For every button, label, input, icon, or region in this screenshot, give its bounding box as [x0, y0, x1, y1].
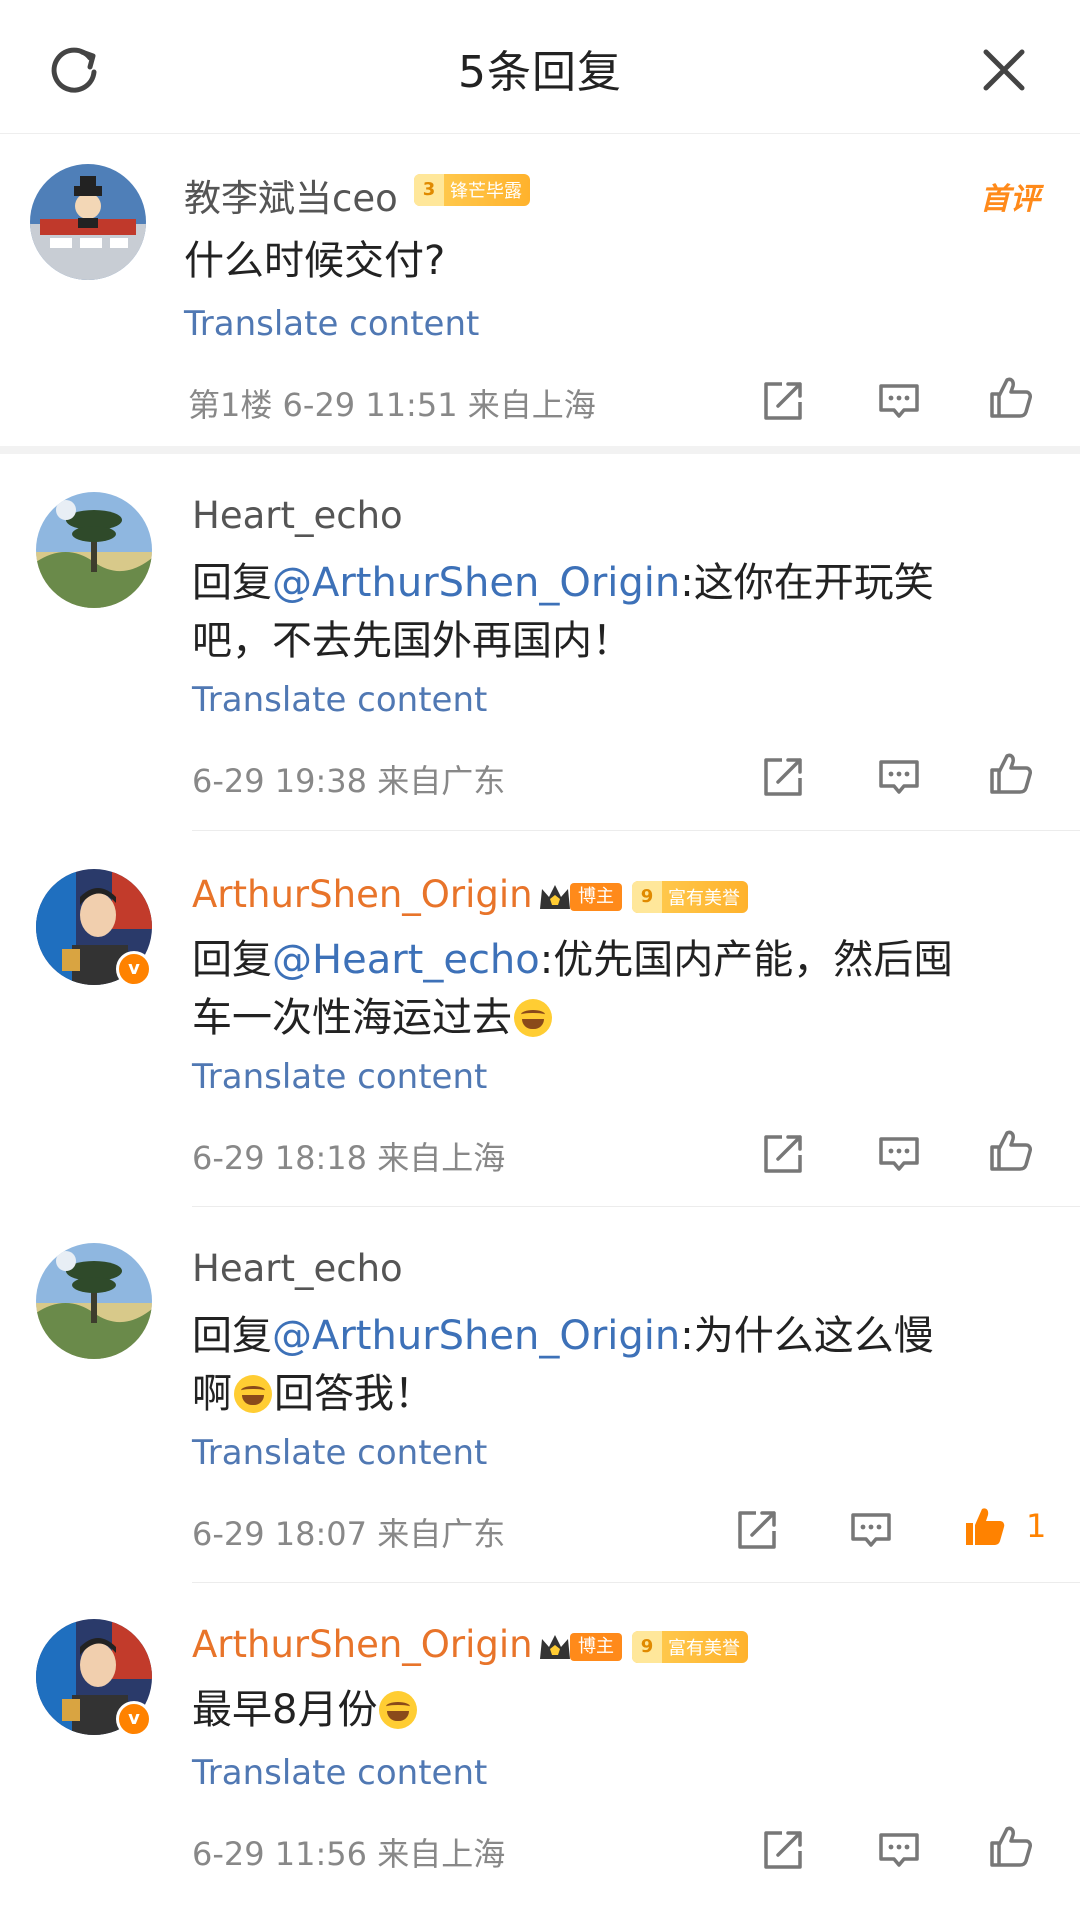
- mention-link[interactable]: @ArthurShen_Origin: [272, 1313, 680, 1359]
- comment-icon[interactable]: [876, 1827, 922, 1873]
- comment-icon[interactable]: [876, 754, 922, 800]
- comment-icon[interactable]: [876, 378, 922, 424]
- reply-text-line1: :优先国内产能，然后囤: [539, 937, 954, 983]
- badge-text: 富有美誉: [668, 1638, 740, 1659]
- top-bar: 5条回复: [0, 0, 1080, 134]
- blogger-badge: 博主: [538, 1631, 622, 1663]
- badge-level: 9: [632, 1631, 662, 1663]
- reply-text: 回复@Heart_echo:优先国内产能，然后囤 车一次性海运过去: [192, 931, 1062, 1047]
- reply-prefix: 回复: [192, 937, 272, 983]
- translate-link[interactable]: Translate content: [192, 1753, 487, 1793]
- reply-text: 回复@ArthurShen_Origin:这你在开玩笑 吧，不去先国外再国内！: [192, 554, 1062, 670]
- avatar[interactable]: [36, 1243, 152, 1359]
- reply-text-line1: :为什么这么慢: [680, 1313, 934, 1359]
- like-icon[interactable]: [988, 1127, 1034, 1173]
- close-icon[interactable]: [980, 46, 1028, 94]
- translate-link[interactable]: Translate content: [184, 304, 479, 344]
- like-count: 1: [1026, 1507, 1047, 1545]
- blogger-badge-label: 博主: [570, 883, 622, 911]
- reply-prefix: 回复: [192, 560, 272, 606]
- reply-text-line2: 车一次性海运过去: [192, 995, 512, 1041]
- badge-text: 富有美誉: [668, 888, 740, 909]
- reply-text-line1: :这你在开玩笑: [680, 560, 934, 606]
- section-divider: [0, 446, 1080, 454]
- reply-item: Heart_echo 回复@ArthurShen_Origin:为什么这么慢 啊…: [0, 1207, 1080, 1582]
- mention-link[interactable]: @ArthurShen_Origin: [272, 560, 680, 606]
- fan-level-badge[interactable]: 9 富有美誉: [632, 1631, 748, 1663]
- avatar[interactable]: [30, 164, 146, 280]
- verified-badge-icon: v: [116, 1701, 152, 1737]
- comment-meta: 6-29 11:56 来自上海: [192, 1835, 506, 1873]
- translate-link[interactable]: Translate content: [192, 680, 487, 720]
- badge-level: 9: [632, 881, 662, 913]
- reply-text-line2-end: 回答我！: [274, 1371, 434, 1417]
- comment-icon[interactable]: [876, 1131, 922, 1177]
- share-icon[interactable]: [760, 378, 806, 424]
- comment-text: 什么时候交付?: [184, 238, 446, 284]
- comment-meta: 第1楼 6-29 11:51 来自上海: [188, 386, 596, 424]
- username[interactable]: 教李斌当ceo: [184, 168, 398, 222]
- username[interactable]: ArthurShen_Origin: [192, 873, 533, 916]
- badge-text: 锋芒毕露: [450, 181, 522, 202]
- avatar[interactable]: [36, 492, 152, 608]
- reply-item: v ArthurShen_Origin 博主 9 富有美誉 回复@Heart_e…: [0, 831, 1080, 1206]
- user-badges: 博主 9 富有美誉: [538, 879, 748, 915]
- like-icon[interactable]: [988, 1823, 1034, 1869]
- share-icon[interactable]: [760, 754, 806, 800]
- reply-item: v ArthurShen_Origin 博主 9 富有美誉 最早8月份 Tran…: [0, 1583, 1080, 1912]
- comment-meta: 6-29 18:18 来自上海: [192, 1139, 506, 1177]
- reply-item: Heart_echo 回复@ArthurShen_Origin:这你在开玩笑 吧…: [0, 454, 1080, 830]
- first-comment-tag: 首评: [980, 182, 1040, 217]
- username[interactable]: ArthurShen_Origin: [192, 1623, 533, 1666]
- comment-meta: 6-29 19:38 来自广东: [192, 762, 506, 800]
- reply-text: 最早8月份: [192, 1681, 1062, 1739]
- like-icon[interactable]: [988, 374, 1034, 420]
- fan-level-badge[interactable]: 9 富有美誉: [632, 881, 748, 913]
- reply-prefix: 回复: [192, 1313, 272, 1359]
- share-icon[interactable]: [760, 1131, 806, 1177]
- laughing-tears-emoji-icon: [379, 1691, 418, 1729]
- username[interactable]: Heart_echo: [192, 494, 403, 537]
- badge-level: 3: [414, 174, 444, 206]
- user-badges: 3 锋芒毕露: [414, 172, 530, 208]
- blogger-badge: 博主: [538, 881, 622, 913]
- verified-badge-icon: v: [116, 951, 152, 987]
- crying-emoji-icon: [234, 1375, 272, 1413]
- crown-icon: [540, 1635, 570, 1659]
- laughing-tears-emoji-icon: [514, 999, 552, 1037]
- fan-level-badge[interactable]: 3 锋芒毕露: [414, 174, 530, 206]
- user-badges: 博主 9 富有美誉: [538, 1629, 748, 1665]
- reply-text-line2: 吧，不去先国外再国内！: [192, 618, 632, 664]
- crown-icon: [540, 885, 570, 909]
- translate-link[interactable]: Translate content: [192, 1433, 487, 1473]
- reply-text-line1: 最早8月份: [192, 1687, 378, 1733]
- blogger-badge-label: 博主: [570, 1633, 622, 1661]
- share-icon[interactable]: [760, 1827, 806, 1873]
- comment-meta: 6-29 18:07 来自广东: [192, 1515, 506, 1553]
- reply-text-line2-start: 啊: [192, 1371, 232, 1417]
- page-title: 5条回复: [458, 47, 622, 98]
- username[interactable]: Heart_echo: [192, 1247, 403, 1290]
- share-icon[interactable]: [734, 1507, 780, 1553]
- top-comment: 教李斌当ceo 3 锋芒毕露 首评 什么时候交付? Translate cont…: [0, 134, 1080, 444]
- liked-icon[interactable]: [962, 1503, 1008, 1549]
- translate-link[interactable]: Translate content: [192, 1057, 487, 1097]
- comment-icon[interactable]: [848, 1507, 894, 1553]
- mention-link[interactable]: @Heart_echo: [272, 937, 540, 983]
- reply-text: 回复@ArthurShen_Origin:为什么这么慢 啊回答我！: [192, 1307, 1062, 1423]
- like-icon[interactable]: [988, 750, 1034, 796]
